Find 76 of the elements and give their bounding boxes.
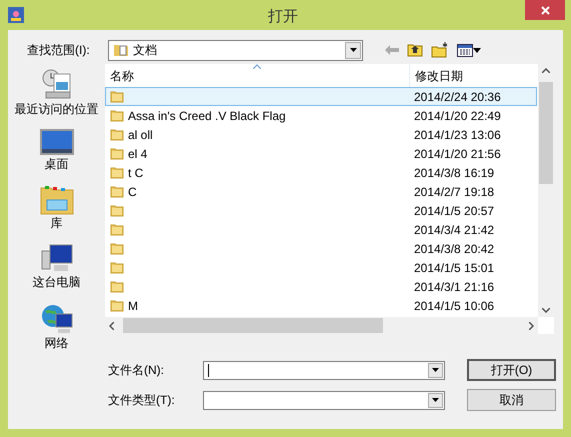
file-row[interactable]: 2014/1/5 15:01	[105, 258, 537, 277]
file-type-dropdown[interactable]	[203, 390, 445, 410]
app-icon	[8, 7, 24, 23]
folder-icon	[110, 166, 124, 179]
column-header[interactable]: 修改日期	[410, 64, 463, 87]
network-globe-icon	[40, 302, 74, 336]
file-row[interactable]: 2014/3/1 21:16	[105, 277, 537, 296]
place-item[interactable]: 桌面	[36, 129, 78, 172]
place-item[interactable]: 库	[34, 184, 78, 231]
folder-icon	[110, 280, 124, 293]
folder-icon	[110, 128, 124, 141]
date-cell-text: 2014/2/24 20:36	[413, 88, 501, 106]
file-name: M	[128, 298, 138, 314]
file-name: t C	[128, 164, 144, 182]
folder-icon	[110, 147, 124, 160]
close-button[interactable]	[525, 0, 565, 20]
date-cell-text: 2014/3/8 16:19	[413, 164, 494, 182]
close-icon	[540, 6, 550, 14]
file-type-label: 文件类型(T):	[108, 392, 176, 409]
scroll-right-icon	[529, 322, 534, 330]
open-button[interactable]: 打开(O)	[467, 359, 556, 381]
folder-icon	[110, 109, 124, 122]
look-in-dropdown[interactable]: 文档	[108, 40, 363, 60]
date-cell-text: 2014/3/8 20:42	[413, 240, 494, 258]
file-row[interactable]: 2014/1/5 20:57	[105, 201, 537, 220]
folder-icon	[110, 223, 124, 236]
view-menu-icon[interactable]	[457, 44, 481, 56]
file-row[interactable]: Assa in's Creed .V Black Flag 2014/1/20 22:49	[105, 106, 537, 125]
window-title: 打开	[268, 7, 298, 27]
file-row[interactable]: C 2014/2/7 19:18	[105, 182, 537, 201]
documents-folder-icon	[113, 43, 129, 57]
place-item[interactable]: 这台电脑	[28, 243, 84, 290]
up-folder-icon[interactable]	[407, 43, 423, 57]
file-name-label: 文件名(N):	[108, 362, 165, 379]
date-cell-text: 2014/1/5 15:01	[413, 260, 494, 276]
look-in-label: 查找范围(I):	[27, 42, 91, 59]
sort-caret-icon	[253, 64, 261, 69]
scrollbar-thumb[interactable]	[123, 318, 383, 333]
date-cell-text: 2014/3/4 21:42	[413, 222, 494, 238]
date-cell-text: 2014/1/5 10:06	[413, 298, 494, 314]
scroll-left-icon	[109, 322, 114, 330]
file-name: Assa in's Creed .V Black Flag	[128, 108, 286, 124]
new-folder-icon[interactable]	[431, 42, 449, 58]
date-cell-text: 2014/1/5 20:57	[413, 202, 494, 220]
date-cell-text: 2014/1/20 21:56	[413, 146, 501, 162]
file-name: C	[128, 184, 137, 200]
look-in-value: 文档	[133, 42, 157, 59]
date-cell-text: 2014/3/1 21:16	[413, 278, 494, 296]
folder-icon	[110, 90, 124, 103]
date-cell-text: 2014/2/7 19:18	[413, 184, 494, 200]
file-name: el 4	[128, 146, 148, 162]
library-folder-icon	[38, 184, 74, 216]
folder-icon	[110, 261, 124, 274]
file-row[interactable]: t C 2014/3/8 16:19	[105, 163, 537, 182]
file-row[interactable]: M 2014/1/5 10:06	[105, 296, 537, 315]
file-name-field[interactable]	[203, 360, 445, 380]
date-cell-text: 2014/1/20 22:49	[413, 108, 501, 124]
place-item[interactable]: 最近访问的位置	[10, 68, 102, 117]
scroll-up-icon	[542, 68, 550, 73]
file-name: al oll	[128, 126, 153, 144]
scrollbar-thumb[interactable]	[539, 82, 553, 184]
file-row[interactable]: al oll 2014/1/23 13:06	[105, 125, 537, 144]
file-row[interactable]: 2014/3/8 20:42	[105, 239, 537, 258]
folder-icon	[110, 204, 124, 217]
cancel-button[interactable]: 取消	[467, 389, 556, 411]
file-row[interactable]: 2014/2/24 20:36	[105, 87, 537, 106]
folder-icon	[110, 242, 124, 255]
scroll-down-icon	[542, 308, 550, 313]
file-row[interactable]: 2014/3/4 21:42	[105, 220, 537, 239]
place-item[interactable]: 网络	[36, 302, 78, 351]
file-row[interactable]: el 4 2014/1/20 21:56	[105, 144, 537, 163]
folder-icon	[110, 185, 124, 198]
date-cell-text: 2014/1/23 13:06	[413, 126, 501, 144]
folder-icon	[110, 299, 124, 312]
horizontal-scrollbar[interactable]	[105, 317, 538, 334]
desktop-icon	[40, 129, 74, 157]
